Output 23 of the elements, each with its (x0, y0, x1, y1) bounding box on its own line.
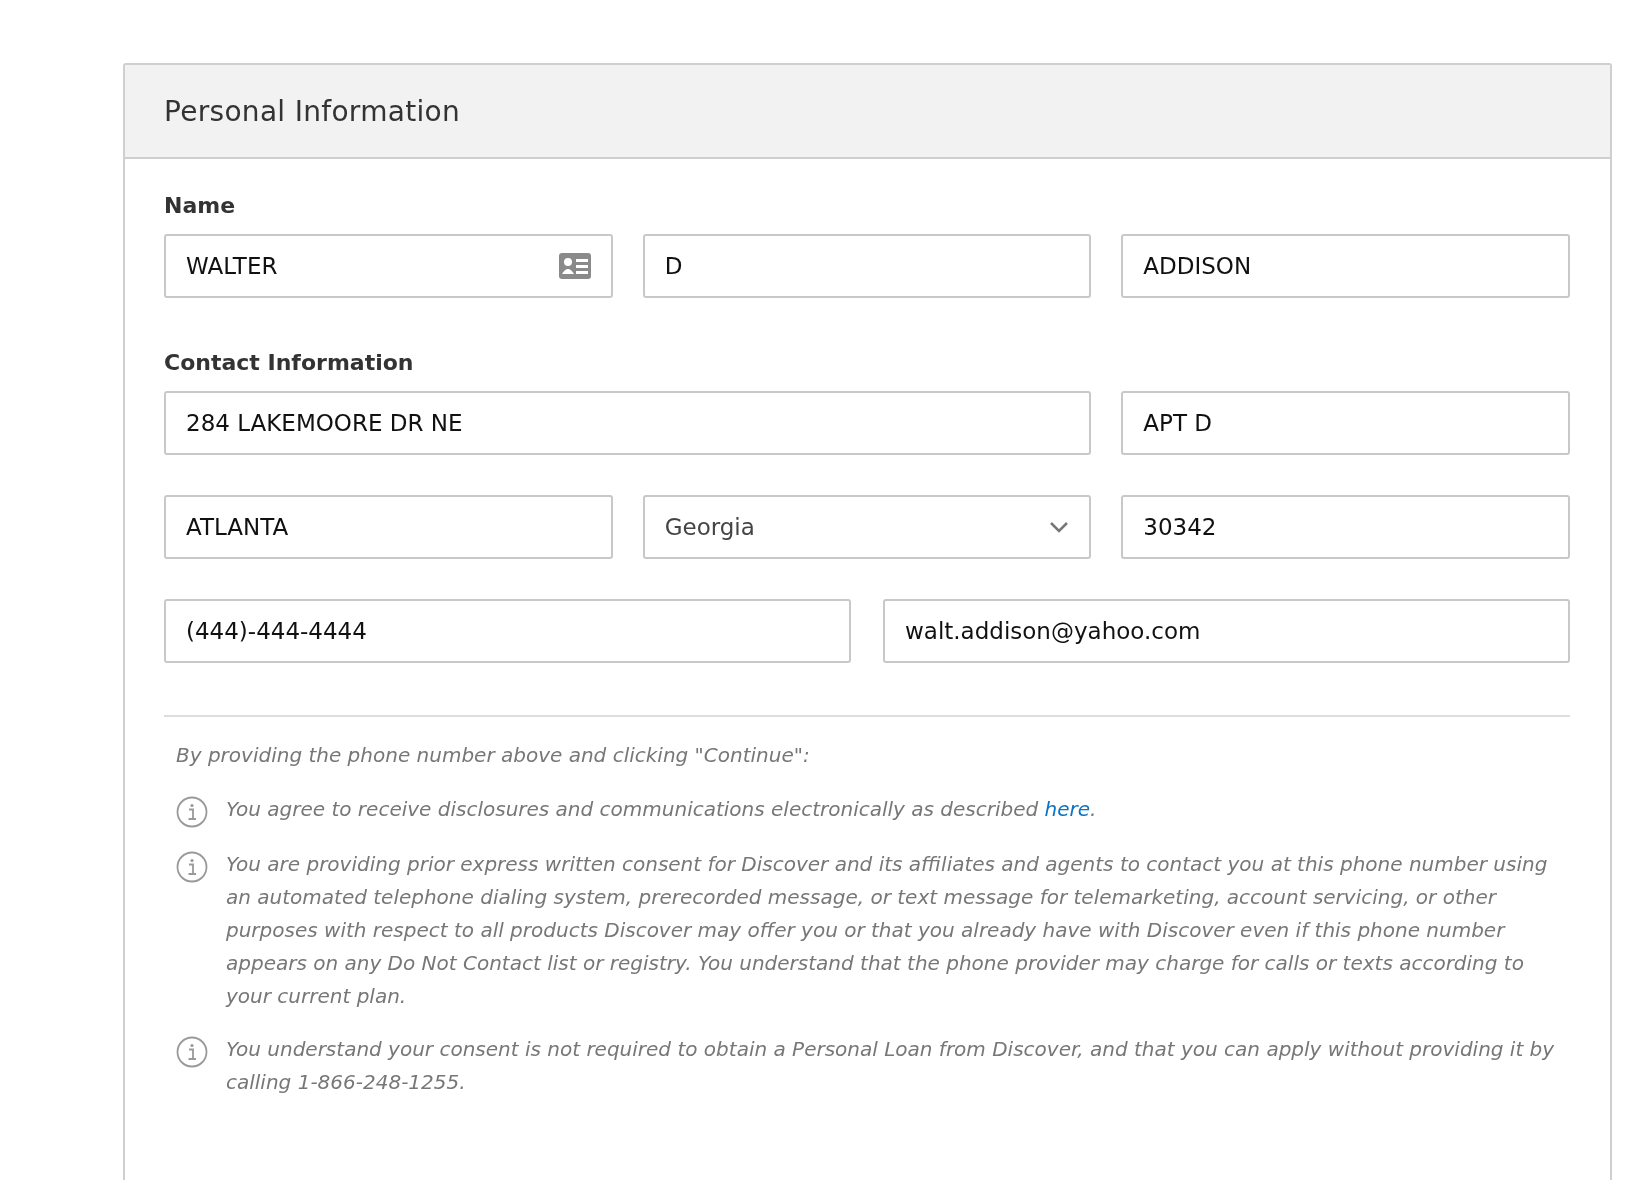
input-field[interactable]: ADDISON (1121, 234, 1570, 298)
info-icon (176, 796, 208, 828)
section-label: Contact Information (164, 350, 415, 375)
info-icon (176, 851, 208, 883)
input-field[interactable]: ATLANTA (164, 495, 613, 559)
disclosure-intro: By providing the phone number above and clicking "Continue": (176, 743, 811, 767)
chevron-down-icon (1049, 521, 1070, 533)
contact-card-icon (558, 253, 591, 279)
input-field[interactable]: 30342 (1121, 495, 1570, 559)
info-icon (176, 1036, 208, 1068)
card-title: Personal Information (125, 65, 1610, 159)
input-field[interactable]: walt.addison@yahoo.com (883, 599, 1570, 663)
input-field[interactable]: D (642, 234, 1092, 298)
input-field[interactable]: (444)-444-4444 (164, 599, 851, 663)
input-field[interactable]: WALTER (164, 234, 613, 298)
section-label: Name (164, 193, 237, 218)
input-field[interactable]: APT D (1121, 391, 1570, 455)
disclosure-text: You understand your consent is not required to obtain a Personal Loan from Discover, and that you can apply without providing it by calling 1-866-248-1255. (226, 1036, 1556, 1096)
input-field[interactable]: 284 LAKEMOORE DR NE (164, 391, 1092, 455)
here-link[interactable]: here (1044, 797, 1091, 821)
disclosure-text: You agree to receive disclosures and communications electronically as described here. (226, 796, 1097, 823)
disclosure-text: You are providing prior express written consent for Discover and its affiliates and agents to contact you at this phone number using an automated telephone dialing system, prerecorded message, or text message for telemarketing, account servicing, or other purposes with respect to all products Discover may offer you or that you already have with Discover even if this phone number appears on any Do Not Contact list or registry. You understand that the phone provider may charge for calls or texts according to your current plan. (226, 851, 1549, 1010)
state-dropdown[interactable]: Georgia (642, 495, 1092, 559)
